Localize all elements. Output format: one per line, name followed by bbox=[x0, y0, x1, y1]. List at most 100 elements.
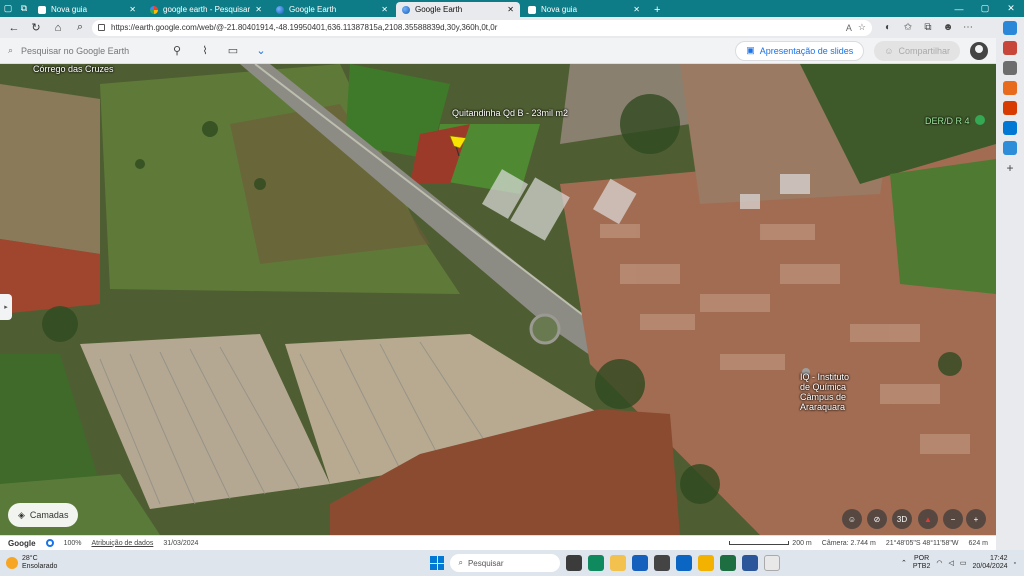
office-icon[interactable] bbox=[1003, 81, 1017, 95]
lock-icon[interactable] bbox=[98, 24, 105, 31]
browser-tab-1[interactable]: Nova guia ✕ bbox=[32, 2, 142, 17]
browser-tab-4-active[interactable]: Google Earth ✕ bbox=[396, 2, 520, 17]
label-placemark[interactable]: Quitandinha Qd B - 23mil m2 bbox=[452, 108, 568, 118]
toggle-3d-button[interactable]: 3D bbox=[892, 509, 912, 529]
chevron-down-icon[interactable]: ⌄ bbox=[252, 42, 270, 60]
close-window-icon[interactable]: ✕ bbox=[998, 0, 1024, 17]
earth-toolbar: ⌕ Pesquisar no Google Earth ⚲ ⌇ ▭ ⌄ ▣ Ap… bbox=[0, 38, 996, 64]
ruler-icon[interactable]: ▭ bbox=[224, 42, 242, 60]
scale-bar: 200 m bbox=[729, 540, 812, 547]
attribution-link[interactable]: Atribuição de dados bbox=[91, 540, 153, 547]
street-view-icon[interactable]: ☺ bbox=[842, 509, 862, 529]
tools-icon[interactable] bbox=[1003, 61, 1017, 75]
label-iq-line1: IQ - Instituto bbox=[800, 372, 850, 382]
refresh-icon[interactable]: ↻ bbox=[26, 19, 46, 37]
layers-icon: ◈ bbox=[18, 509, 25, 520]
home-icon[interactable]: ⌂ bbox=[48, 19, 68, 37]
dell-icon[interactable] bbox=[654, 555, 671, 571]
language-indicator[interactable]: POR PTB2 bbox=[913, 555, 931, 571]
add-icon[interactable]: + bbox=[1003, 161, 1017, 175]
loading-ring-icon bbox=[45, 539, 54, 547]
search-icon: ⌕ bbox=[458, 558, 463, 567]
label-iq-line2: de Química bbox=[800, 382, 847, 392]
more-menu-icon[interactable]: ⋯ bbox=[960, 20, 976, 36]
file-explorer-icon[interactable] bbox=[610, 555, 627, 571]
folder-icon[interactable] bbox=[698, 555, 715, 571]
label-corrego[interactable]: Córrego das Cruzes bbox=[33, 64, 114, 74]
zoom-out-icon[interactable]: − bbox=[943, 509, 963, 529]
close-tab-icon[interactable]: ✕ bbox=[507, 5, 514, 14]
taskbar-search-label: Pesquisar bbox=[467, 558, 504, 568]
weather-widget[interactable]: 28°C Ensolarado bbox=[0, 555, 110, 571]
tab-title: Google Earth bbox=[289, 5, 337, 14]
label-iq[interactable]: IQ - Instituto de Química Câmpus de Arar… bbox=[800, 372, 849, 412]
presentation-button[interactable]: ▣ Apresentação de slides bbox=[735, 40, 865, 61]
label-der[interactable]: DER/D R 4 bbox=[925, 116, 970, 126]
earth-search[interactable]: ⌕ Pesquisar no Google Earth bbox=[8, 45, 158, 56]
account-icon[interactable] bbox=[970, 41, 988, 60]
close-tab-icon[interactable]: ✕ bbox=[633, 5, 640, 14]
read-aloud-icon[interactable]: A bbox=[846, 23, 852, 33]
new-tab-button[interactable]: + bbox=[648, 2, 666, 17]
search-input[interactable]: Pesquisar no Google Earth bbox=[21, 46, 129, 56]
collections-icon[interactable]: ⧉ bbox=[920, 20, 936, 36]
camera-altitude: Câmera: 2.744 m bbox=[821, 539, 876, 547]
compass-icon[interactable]: ▲ bbox=[918, 509, 938, 529]
zoom-in-icon[interactable]: + bbox=[966, 509, 986, 529]
share-label: Compartilhar bbox=[898, 45, 950, 56]
expand-panel-handle[interactable]: ▸ bbox=[0, 294, 12, 320]
notification-icon[interactable]: ▫ bbox=[1014, 560, 1016, 567]
minimize-icon[interactable]: — bbox=[946, 0, 972, 17]
word-icon[interactable] bbox=[742, 555, 759, 571]
tab-actions-icon[interactable]: ⧉ bbox=[16, 0, 32, 17]
store-icon[interactable] bbox=[632, 555, 649, 571]
placemark-icon[interactable]: ⚲ bbox=[168, 42, 186, 60]
close-tab-icon[interactable]: ✕ bbox=[255, 5, 262, 14]
tilt-icon[interactable]: ⊘ bbox=[867, 509, 887, 529]
volume-icon[interactable]: ◁ bbox=[948, 559, 953, 567]
outlook-icon[interactable] bbox=[1003, 121, 1017, 135]
snipping-tool-icon[interactable] bbox=[764, 555, 781, 571]
sun-icon bbox=[6, 557, 18, 569]
search-icon: ⌕ bbox=[8, 45, 14, 55]
tab-title: Google Earth bbox=[415, 5, 463, 14]
search-icon[interactable]: ⌕ bbox=[70, 19, 90, 37]
share-button[interactable]: ☺ Compartilhar bbox=[874, 40, 960, 61]
browser-tab-2[interactable]: google earth - Pesquisar ✕ bbox=[144, 2, 268, 17]
shopping-icon[interactable] bbox=[1003, 41, 1017, 55]
favorite-star-icon[interactable]: ☆ bbox=[858, 22, 866, 33]
start-button[interactable] bbox=[430, 556, 445, 570]
outlook-taskbar-icon[interactable] bbox=[676, 555, 693, 571]
profile-icon[interactable]: ☻ bbox=[940, 20, 956, 36]
battery-icon[interactable]: ▭ bbox=[960, 559, 967, 567]
task-view-icon[interactable] bbox=[566, 555, 583, 571]
excel-icon[interactable] bbox=[720, 555, 737, 571]
earth-status-bar: Google 100% Atribuição de dados 31/03/20… bbox=[0, 535, 996, 550]
path-icon[interactable]: ⌇ bbox=[196, 42, 214, 60]
edge-icon[interactable] bbox=[588, 555, 605, 571]
taskbar-search[interactable]: ⌕ Pesquisar bbox=[450, 554, 561, 572]
favorites-icon[interactable]: ✩ bbox=[900, 20, 916, 36]
games-icon[interactable] bbox=[1003, 101, 1017, 115]
layers-button[interactable]: ◈ Camadas bbox=[8, 503, 79, 527]
satellite-map[interactable]: Córrego das Cruzes Quitandinha Qd B - 23… bbox=[0, 64, 996, 535]
browser-tab-3[interactable]: Google Earth ✕ bbox=[270, 2, 394, 17]
maximize-icon[interactable]: ▢ bbox=[972, 0, 998, 17]
cursor-coordinates: 21°48'05"S 48°11'58"W bbox=[885, 539, 959, 547]
browser-tab-5[interactable]: Nova guia ✕ bbox=[522, 2, 646, 17]
scale-line bbox=[729, 541, 790, 545]
address-toolbar: ← ↻ ⌂ ⌕ https://earth.google.com/web/@-2… bbox=[0, 17, 1024, 38]
close-tab-icon[interactable]: ✕ bbox=[381, 5, 388, 14]
copilot-sidebar-icon[interactable] bbox=[1003, 21, 1017, 35]
clock[interactable]: 17:42 20/04/2024 bbox=[972, 555, 1007, 571]
copilot-icon[interactable]: ◐ bbox=[880, 20, 896, 36]
clock-time: 17:42 bbox=[989, 555, 1008, 562]
telegram-icon[interactable] bbox=[1003, 141, 1017, 155]
wifi-icon[interactable]: ◠ bbox=[936, 559, 942, 567]
google-earth-icon bbox=[276, 5, 284, 14]
workspaces-icon[interactable]: ▢ bbox=[0, 0, 16, 17]
chevron-up-icon[interactable]: ⌃ bbox=[901, 559, 907, 567]
back-icon[interactable]: ← bbox=[4, 19, 24, 37]
address-bar[interactable]: https://earth.google.com/web/@-21.804019… bbox=[92, 19, 872, 36]
close-tab-icon[interactable]: ✕ bbox=[129, 5, 136, 14]
